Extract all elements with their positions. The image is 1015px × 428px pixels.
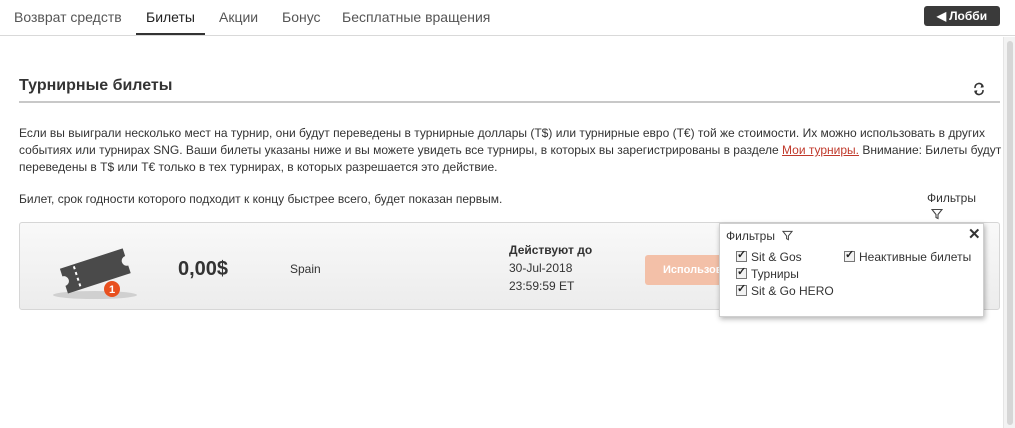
checkbox[interactable]: ✓ <box>736 266 747 279</box>
info-text: Если вы выиграли несколько мест на турни… <box>19 125 1004 176</box>
filter-option-label: Sit & Go HERO <box>751 284 834 298</box>
filter-icon[interactable] <box>931 208 943 220</box>
tab-bar: Возврат средств Билеты Акции Бонус Беспл… <box>0 0 1015 36</box>
tab-bonus[interactable]: Бонус <box>272 0 331 35</box>
tab-refunds[interactable]: Возврат средств <box>4 0 132 35</box>
filter-option-tournaments[interactable]: ✓ Турниры <box>736 266 799 281</box>
tab-tickets[interactable]: Билеты <box>136 0 205 35</box>
filter-option-label: Неактивные билеты <box>859 250 972 264</box>
ticket-amount: 0,00$ <box>178 258 229 280</box>
filter-option-sit-and-go-hero[interactable]: ✓ Sit & Go HERO <box>736 283 834 298</box>
scrollbar-thumb[interactable] <box>1007 41 1013 425</box>
checkbox[interactable]: ✓ <box>844 249 855 262</box>
tab-free-spins[interactable]: Бесплатные вращения <box>332 0 500 35</box>
sort-note: Билет, срок годности которого подходит к… <box>19 192 503 206</box>
lobby-button[interactable]: ◀ Лобби <box>924 6 1000 26</box>
close-icon[interactable]: ✕ <box>968 225 981 243</box>
checkbox[interactable]: ✓ <box>736 283 747 296</box>
valid-until-time: 23:59:59 ET <box>509 279 575 293</box>
valid-until-date: 30-Jul-2018 <box>509 261 573 275</box>
section-divider <box>19 101 1000 103</box>
filter-popup-title: Фильтры <box>726 229 775 243</box>
checkbox[interactable]: ✓ <box>736 249 747 262</box>
filter-option-inactive-tickets[interactable]: ✓ Неактивные билеты <box>844 249 972 264</box>
ticket-count-badge: 1 <box>109 284 115 296</box>
lobby-button-label: Лобби <box>949 9 988 23</box>
filters-toggle-label[interactable]: Фильтры <box>927 191 976 205</box>
ticket-name: Spain <box>290 262 321 276</box>
my-tournaments-link[interactable]: Мои турниры. <box>782 143 859 157</box>
valid-until-heading: Действуют до <box>509 243 593 257</box>
refresh-icon[interactable] <box>972 82 986 96</box>
filter-popup: Фильтры ✕ ✓ Sit & Gos ✓ Турниры ✓ Sit & Go … <box>719 223 984 317</box>
tab-promotions[interactable]: Акции <box>209 0 268 35</box>
ticket-icon: 1 <box>53 248 137 299</box>
filter-option-label: Турниры <box>751 267 799 281</box>
filter-icon <box>782 230 793 241</box>
vertical-scrollbar[interactable] <box>1003 37 1015 428</box>
page-title: Турнирные билеты <box>19 77 173 94</box>
filter-option-label: Sit & Gos <box>751 250 802 264</box>
back-arrow-icon: ◀ <box>936 9 947 23</box>
filter-option-sit-and-gos[interactable]: ✓ Sit & Gos <box>736 249 802 264</box>
